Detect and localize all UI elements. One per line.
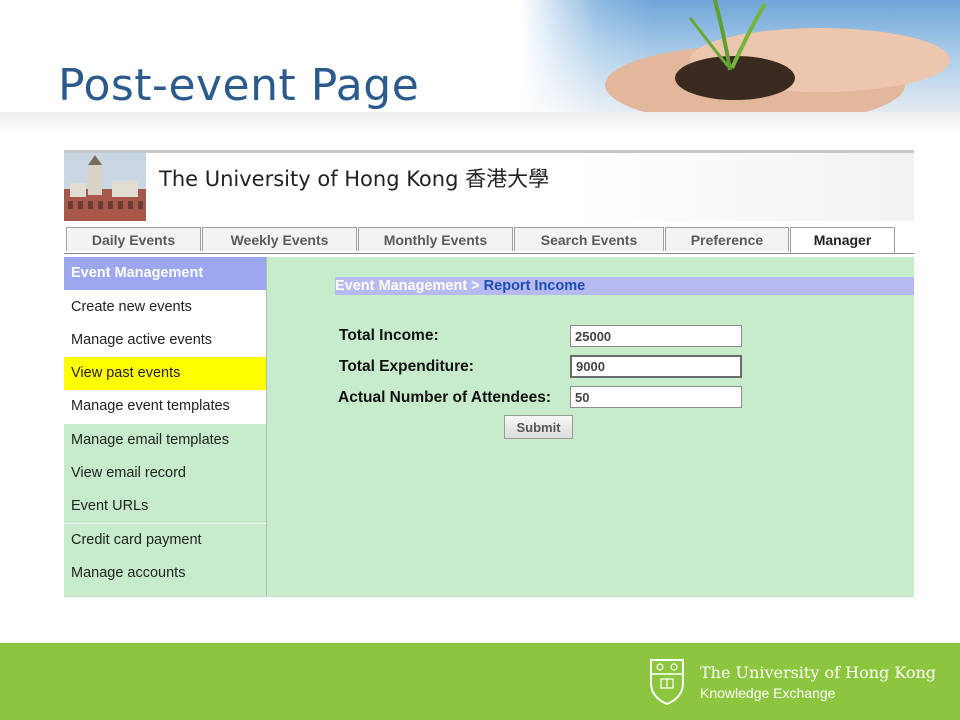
sidebar-item-create-new-events[interactable]: Create new events: [64, 291, 266, 324]
footer-department: Knowledge Exchange: [700, 685, 836, 701]
tab-weekly-events[interactable]: Weekly Events: [202, 227, 357, 251]
sidebar-item-view-past-events[interactable]: View past events: [64, 357, 266, 390]
sidebar-item-event-urls[interactable]: Event URLs: [64, 490, 266, 523]
tab-daily-events[interactable]: Daily Events: [66, 227, 201, 251]
sidebar-item-view-email-record[interactable]: View email record: [64, 457, 266, 490]
breadcrumb-parent[interactable]: Event Management >: [335, 278, 484, 294]
total-income-input[interactable]: [570, 325, 742, 347]
tab-search-events[interactable]: Search Events: [514, 227, 664, 251]
attendees-label: Actual Number of Attendees:: [338, 389, 552, 406]
sidebar-item-manage-accounts[interactable]: Manage accounts: [64, 557, 266, 597]
hands-seedling-icon: [605, 0, 950, 125]
header-divider: [0, 112, 960, 134]
university-banner: The University of Hong Kong 香港大學: [64, 153, 914, 221]
sidebar-header: Event Management: [64, 257, 266, 290]
slide-title: Post-event Page: [58, 60, 420, 111]
footer-university-name: The University of Hong Kong: [700, 663, 937, 682]
attendees-input[interactable]: [570, 386, 742, 408]
app-screenshot: The University of Hong Kong 香港大學 Daily E…: [64, 150, 914, 597]
total-income-label: Total Income:: [339, 327, 439, 344]
sidebar: Event Management Create new events Manag…: [64, 257, 267, 597]
tab-manager[interactable]: Manager: [790, 227, 895, 253]
sidebar-item-credit-card-payment[interactable]: Credit card payment: [64, 524, 266, 557]
building-photo-icon: [64, 153, 146, 221]
sidebar-item-manage-event-templates[interactable]: Manage event templates: [64, 390, 266, 423]
tab-bar: Daily Events Weekly Events Monthly Event…: [64, 227, 914, 254]
breadcrumb: Event Management > Report Income: [335, 277, 914, 295]
total-expenditure-input[interactable]: [570, 355, 742, 378]
main-content: Event Management > Report Income Total I…: [267, 257, 914, 597]
university-name: The University of Hong Kong 香港大學: [159, 167, 550, 191]
submit-button[interactable]: Submit: [504, 415, 573, 439]
university-crest-icon: [650, 659, 684, 705]
sidebar-item-manage-active-events[interactable]: Manage active events: [64, 324, 266, 357]
sidebar-item-manage-email-templates[interactable]: Manage email templates: [64, 424, 266, 457]
tab-preference[interactable]: Preference: [665, 227, 789, 251]
total-expenditure-label: Total Expenditure:: [339, 358, 474, 375]
breadcrumb-current: Report Income: [483, 278, 586, 294]
footer: The University of Hong Kong Knowledge Ex…: [0, 643, 960, 720]
tab-monthly-events[interactable]: Monthly Events: [358, 227, 513, 251]
header-hands-plant-image: [520, 0, 960, 125]
